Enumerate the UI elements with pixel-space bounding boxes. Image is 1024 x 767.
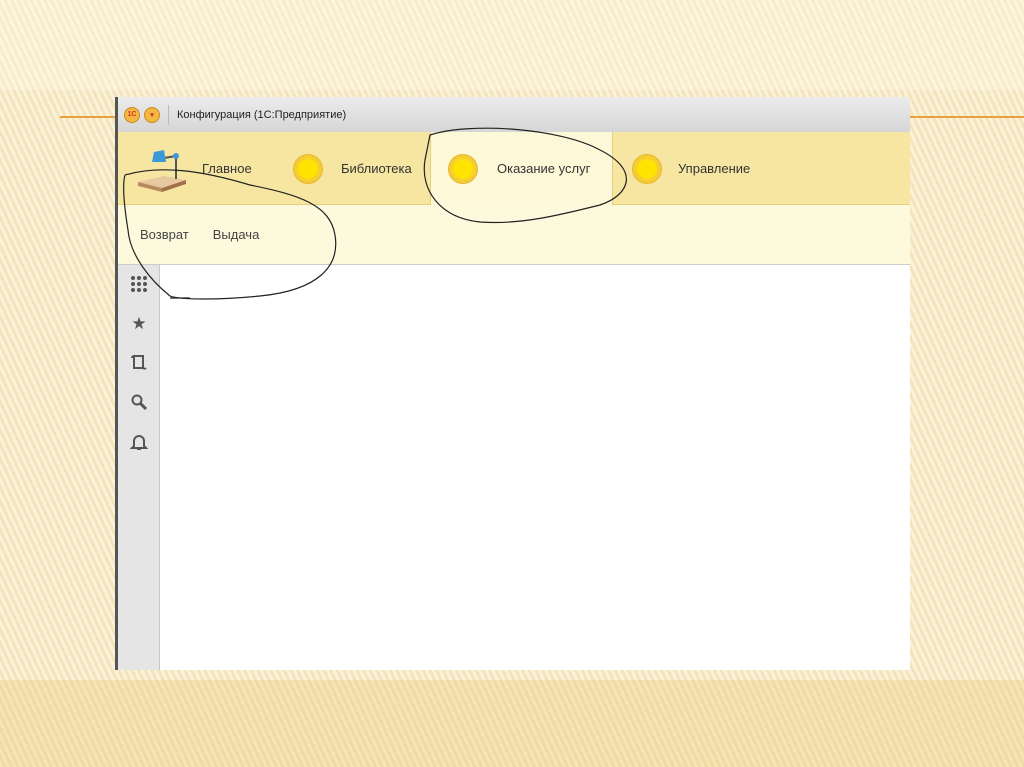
section-label: Главное bbox=[202, 161, 252, 176]
grid-icon[interactable] bbox=[130, 275, 148, 293]
section-circle-icon bbox=[632, 153, 662, 184]
app-window: 1С ▾ Конфигурация (1С:Предприятие) Главн… bbox=[115, 97, 910, 670]
section-label: Оказание услуг bbox=[497, 161, 591, 176]
search-icon[interactable] bbox=[130, 393, 148, 411]
section-library[interactable]: Библиотека bbox=[293, 132, 412, 205]
section-main[interactable]: Главное bbox=[136, 132, 252, 205]
background-band bbox=[0, 0, 1024, 90]
history-icon[interactable] bbox=[130, 354, 148, 372]
section-panel: Главное Библиотека Оказание услуг Управл… bbox=[118, 132, 910, 205]
lamp-desk-icon bbox=[138, 149, 186, 192]
menu-dropdown-button[interactable]: ▾ bbox=[144, 106, 160, 123]
section-management[interactable]: Управление bbox=[632, 132, 750, 205]
bell-icon[interactable] bbox=[129, 433, 149, 451]
divider bbox=[168, 104, 169, 125]
accent-line bbox=[910, 116, 1024, 118]
title-bar: 1С ▾ Конфигурация (1С:Предприятие) bbox=[118, 97, 910, 132]
section-label: Управление bbox=[678, 161, 751, 176]
tools-panel: ★ bbox=[118, 265, 160, 670]
section-circle-icon bbox=[448, 153, 478, 184]
section-label: Библиотека bbox=[341, 161, 412, 176]
logo-icon[interactable]: 1С bbox=[124, 106, 140, 123]
section-services[interactable]: Оказание услуг bbox=[430, 132, 613, 205]
background-band bbox=[0, 680, 1024, 767]
section-circle-icon bbox=[293, 153, 323, 184]
window-title: Конфигурация (1С:Предприятие) bbox=[177, 108, 347, 121]
star-icon[interactable]: ★ bbox=[130, 315, 148, 333]
command-return[interactable]: Возврат bbox=[140, 227, 189, 242]
subsection-bar: Возврат Выдача bbox=[118, 205, 910, 265]
command-issue[interactable]: Выдача bbox=[213, 227, 260, 242]
accent-line bbox=[60, 116, 115, 118]
